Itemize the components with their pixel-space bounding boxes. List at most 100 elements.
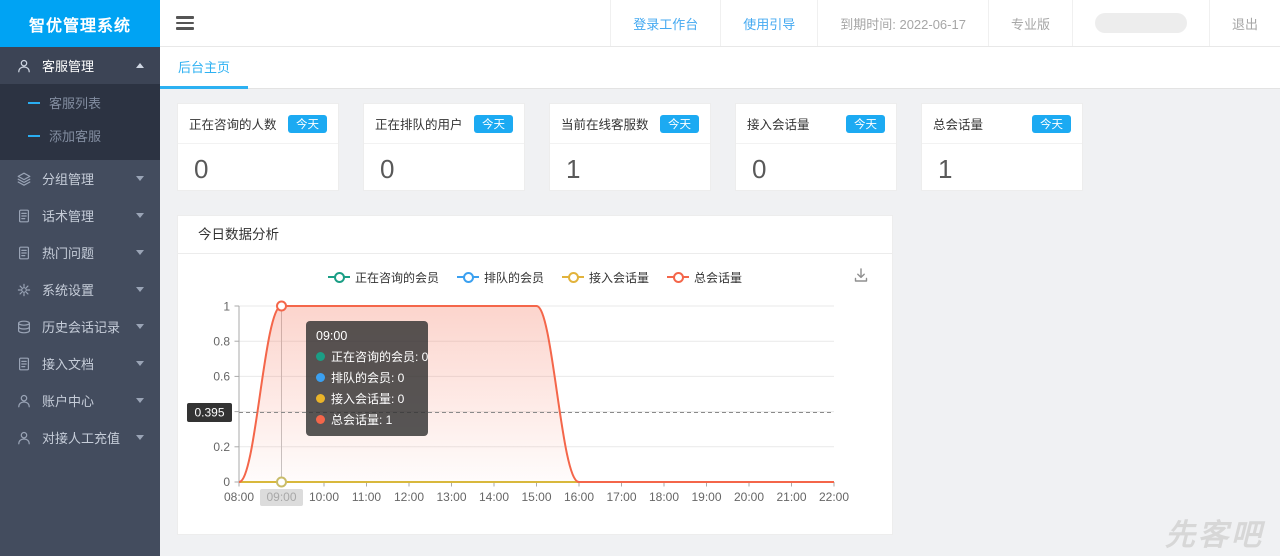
chevron-down-icon bbox=[136, 287, 144, 292]
stat-card-title: 正在咨询的人数 bbox=[189, 114, 277, 133]
guide-link[interactable]: 使用引导 bbox=[720, 0, 817, 46]
sidebar-item-group-management[interactable]: 分组管理 bbox=[0, 160, 160, 197]
watermark: 先客吧 bbox=[1165, 510, 1264, 554]
sidebar-item-hot-questions[interactable]: 热门问题 bbox=[0, 234, 160, 271]
x-tick: 11:00 bbox=[352, 490, 381, 504]
line-marker-icon bbox=[457, 272, 479, 282]
axis-pointer-y-label: 0.395 bbox=[194, 406, 224, 420]
stat-card-value: 1 bbox=[922, 144, 1082, 199]
stat-card-title: 正在排队的用户 bbox=[375, 114, 463, 133]
sidebar-item-label: 历史会话记录 bbox=[42, 317, 126, 336]
stat-card-accessed-sessions: 接入会话量 今天 0 bbox=[735, 103, 897, 191]
stat-card-title: 接入会话量 bbox=[747, 114, 810, 133]
topbar-right: 登录工作台 使用引导 到期时间: 2022-06-17 专业版 退出 bbox=[610, 0, 1280, 46]
line-marker-icon bbox=[562, 272, 584, 282]
analysis-panel: 今日数据分析 正在咨询的会员 排队的会员 接入会话量 bbox=[177, 215, 893, 535]
y-tick: 0.6 bbox=[213, 370, 230, 384]
sidebar-item-manual-recharge[interactable]: 对接人工充值 bbox=[0, 419, 160, 456]
legend-item-consulting[interactable]: 正在咨询的会员 bbox=[328, 269, 439, 286]
sidebar-item-label: 账户中心 bbox=[42, 391, 126, 410]
x-tick: 22:00 bbox=[819, 490, 849, 504]
legend-label: 排队的会员 bbox=[484, 269, 544, 286]
sidebar-subitem-label: 客服列表 bbox=[49, 93, 101, 112]
sidebar-subitem-label: 添加客服 bbox=[49, 126, 101, 145]
app-logo: 智优管理系统 bbox=[0, 0, 160, 47]
menu-toggle-icon[interactable] bbox=[176, 13, 196, 33]
layers-icon bbox=[16, 171, 32, 187]
chevron-down-icon bbox=[136, 213, 144, 218]
logout-link[interactable]: 退出 bbox=[1209, 0, 1280, 46]
stat-cards-row: 正在咨询的人数 今天 0 正在排队的用户 今天 0 当前在线客服数 今天 bbox=[177, 103, 1280, 191]
today-badge: 今天 bbox=[660, 115, 699, 133]
stat-card-value: 0 bbox=[736, 144, 896, 199]
y-tick: 0.8 bbox=[213, 335, 230, 349]
stat-card-value: 0 bbox=[178, 144, 338, 199]
workbench-link[interactable]: 登录工作台 bbox=[610, 0, 720, 46]
stat-card-value: 1 bbox=[550, 144, 710, 199]
tab-home[interactable]: 后台主页 bbox=[160, 47, 248, 89]
download-icon[interactable] bbox=[852, 266, 870, 284]
x-tick: 17:00 bbox=[606, 490, 636, 504]
line-marker-icon bbox=[328, 272, 350, 282]
legend-item-accessed[interactable]: 接入会话量 bbox=[562, 269, 649, 286]
legend-item-queuing[interactable]: 排队的会员 bbox=[457, 269, 544, 286]
chevron-down-icon bbox=[136, 435, 144, 440]
stat-card-total-sessions: 总会话量 今天 1 bbox=[921, 103, 1083, 191]
sidebar-item-customer-service[interactable]: 客服管理 bbox=[0, 47, 160, 84]
user-icon bbox=[16, 58, 32, 74]
y-tick: 0.2 bbox=[213, 440, 230, 454]
sidebar-item-scripts-management[interactable]: 话术管理 bbox=[0, 197, 160, 234]
stat-card-online-agents: 当前在线客服数 今天 1 bbox=[549, 103, 711, 191]
y-tick: 1 bbox=[223, 300, 230, 314]
chart-canvas[interactable]: 0.395 1 0.8 0.6 0.2 0 08:00 09:00 bbox=[184, 296, 884, 531]
y-tick: 0 bbox=[223, 475, 230, 489]
sidebar-item-account-center[interactable]: 账户中心 bbox=[0, 382, 160, 419]
sidebar-subitem-agent-list[interactable]: 客服列表 bbox=[0, 86, 160, 119]
edition-text: 专业版 bbox=[988, 0, 1072, 46]
sidebar-item-label: 话术管理 bbox=[42, 206, 126, 225]
today-badge: 今天 bbox=[474, 115, 513, 133]
chevron-down-icon bbox=[136, 250, 144, 255]
tabbar: 后台主页 bbox=[160, 47, 1280, 89]
legend-label: 总会话量 bbox=[694, 269, 742, 286]
x-tick: 12:00 bbox=[394, 490, 424, 504]
stat-card-value: 0 bbox=[364, 144, 524, 199]
sidebar-item-history-sessions[interactable]: 历史会话记录 bbox=[0, 308, 160, 345]
x-tick: 13:00 bbox=[436, 490, 466, 504]
legend-item-total[interactable]: 总会话量 bbox=[667, 269, 742, 286]
app-root: 智优管理系统 客服管理 客服列表 添加客服 分组管理 bbox=[0, 0, 1280, 556]
x-tick: 15:00 bbox=[521, 490, 551, 504]
x-tick: 10:00 bbox=[309, 490, 339, 504]
topbar: 登录工作台 使用引导 到期时间: 2022-06-17 专业版 退出 bbox=[160, 0, 1280, 47]
x-tick: 20:00 bbox=[734, 490, 764, 504]
sidebar-item-label: 系统设置 bbox=[42, 280, 126, 299]
user-icon bbox=[16, 430, 32, 446]
x-tick: 21:00 bbox=[776, 490, 806, 504]
x-tick: 19:00 bbox=[691, 490, 721, 504]
dash-icon bbox=[28, 102, 40, 104]
x-tick: 08:00 bbox=[224, 490, 254, 504]
user-icon bbox=[16, 393, 32, 409]
stat-card-title: 总会话量 bbox=[933, 114, 983, 133]
x-tick: 18:00 bbox=[649, 490, 679, 504]
chevron-up-icon bbox=[136, 63, 144, 68]
legend-label: 正在咨询的会员 bbox=[355, 269, 439, 286]
sidebar-item-access-docs[interactable]: 接入文档 bbox=[0, 345, 160, 382]
legend-label: 接入会话量 bbox=[589, 269, 649, 286]
chart-area: 0.395 1 0.8 0.6 0.2 0 08:00 09:00 bbox=[178, 296, 892, 536]
hover-marker-total bbox=[277, 302, 286, 311]
database-icon bbox=[16, 319, 32, 335]
x-tick: 16:00 bbox=[564, 490, 594, 504]
today-badge: 今天 bbox=[1032, 115, 1071, 133]
sidebar-item-system-settings[interactable]: 系统设置 bbox=[0, 271, 160, 308]
document-icon bbox=[16, 356, 32, 372]
series-area-total bbox=[239, 306, 834, 482]
document-icon bbox=[16, 208, 32, 224]
chart-legend: 正在咨询的会员 排队的会员 接入会话量 总会话量 bbox=[178, 268, 892, 286]
chevron-down-icon bbox=[136, 324, 144, 329]
sidebar-item-label: 热门问题 bbox=[42, 243, 126, 262]
stat-card-consulting: 正在咨询的人数 今天 0 bbox=[177, 103, 339, 191]
chevron-down-icon bbox=[136, 176, 144, 181]
chevron-down-icon bbox=[136, 361, 144, 366]
sidebar-subitem-add-agent[interactable]: 添加客服 bbox=[0, 119, 160, 152]
